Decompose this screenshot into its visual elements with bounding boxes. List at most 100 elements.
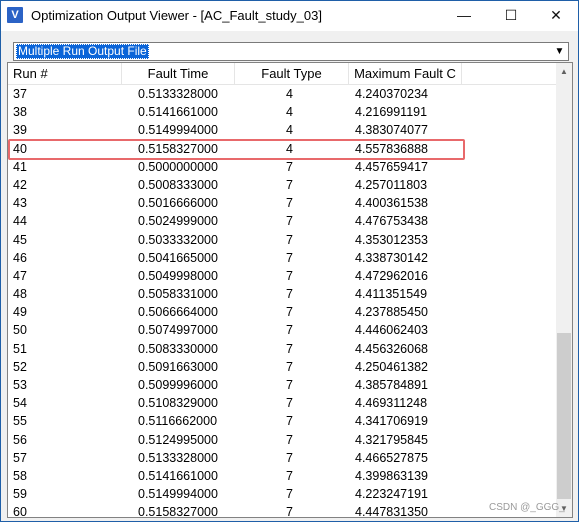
column-header-fault-type[interactable]: Fault Type	[235, 63, 349, 84]
maximize-button[interactable]: ☐	[488, 1, 534, 31]
close-button[interactable]: ✕	[533, 1, 579, 31]
cell-max-fault: 4.457659417	[355, 159, 428, 174]
output-file-selector[interactable]: Multiple Run Output File ▼	[13, 42, 569, 61]
table-row[interactable]: 59 0.5149994000 7 4.223247191	[8, 485, 556, 503]
table-row[interactable]: 47 0.5049998000 7 4.472962016	[8, 267, 556, 285]
cell-max-fault: 4.385784891	[355, 378, 428, 392]
cell-fault-type: 7	[286, 487, 293, 502]
cell-fault-time: 0.5091663000	[138, 359, 218, 374]
cell-max-fault: 4.472962016	[355, 268, 428, 283]
viewer-app-icon[interactable]: V	[7, 7, 23, 23]
cell-fault-time: 0.5099996000	[138, 378, 218, 392]
cell-fault-type: 7	[286, 305, 293, 320]
cell-run: 39	[13, 123, 27, 138]
cell-fault-time: 0.5116662000	[138, 414, 218, 429]
cell-fault-time: 0.5158327000	[138, 505, 218, 518]
table-row[interactable]: 56 0.5124995000 7 4.321795845	[8, 431, 556, 449]
cell-run: 54	[13, 396, 27, 411]
table-row[interactable]: 49 0.5066664000 7 4.237885450	[8, 303, 556, 321]
table-row[interactable]: 38 0.5141661000 4 4.216991191	[8, 103, 556, 121]
table-row[interactable]: 55 0.5116662000 7 4.341706919	[8, 412, 556, 430]
table-row[interactable]: 42 0.5008333000 7 4.257011803	[8, 176, 556, 194]
cell-max-fault: 4.250461382	[355, 359, 428, 374]
table-row[interactable]: 46 0.5041665000 7 4.338730142	[8, 249, 556, 267]
table-row[interactable]: 57 0.5133328000 7 4.466527875	[8, 449, 556, 467]
cell-run: 58	[13, 468, 27, 483]
cell-max-fault: 4.321795845	[355, 432, 428, 447]
table-row[interactable]: 45 0.5033332000 7 4.353012353	[8, 231, 556, 249]
cell-run: 42	[13, 177, 27, 192]
cell-run: 59	[13, 487, 27, 502]
scroll-thumb[interactable]	[557, 333, 571, 499]
cell-run: 38	[13, 105, 27, 120]
cell-run: 45	[13, 232, 27, 247]
cell-fault-type: 7	[286, 232, 293, 247]
cell-run: 44	[13, 214, 27, 229]
cell-run: 52	[13, 359, 27, 374]
cell-fault-time: 0.5033332000	[138, 232, 218, 247]
cell-run: 48	[13, 287, 27, 302]
cell-fault-time: 0.5141661000	[138, 105, 218, 120]
cell-max-fault: 4.237885450	[355, 305, 428, 320]
cell-fault-type: 7	[286, 287, 293, 302]
cell-fault-time: 0.5133328000	[138, 87, 218, 101]
table-row[interactable]: 52 0.5091663000 7 4.250461382	[8, 358, 556, 376]
cell-fault-type: 4	[286, 105, 293, 120]
cell-max-fault: 4.341706919	[355, 414, 428, 429]
cell-max-fault: 4.216991191	[355, 105, 428, 120]
table-row[interactable]: 40 0.5158327000 4 4.557836888	[8, 140, 556, 158]
table-row[interactable]: 44 0.5024999000 7 4.476753438	[8, 212, 556, 230]
cell-run: 53	[13, 378, 27, 392]
cell-run: 57	[13, 450, 27, 465]
table-row[interactable]: 60 0.5158327000 7 4.447831350	[8, 503, 556, 518]
cell-fault-time: 0.5016666000	[138, 196, 218, 211]
cell-run: 56	[13, 432, 27, 447]
cell-fault-type: 4	[286, 87, 293, 101]
cell-fault-type: 7	[286, 177, 293, 192]
column-header-max-fault[interactable]: Maximum Fault C	[349, 63, 462, 84]
scroll-up-arrow-icon[interactable]: ▲	[556, 63, 572, 80]
cell-fault-time: 0.5000000000	[138, 159, 218, 174]
table-row[interactable]: 48 0.5058331000 7 4.411351549	[8, 285, 556, 303]
app-window: V Optimization Output Viewer - [AC_Fault…	[0, 0, 579, 522]
cell-run: 47	[13, 268, 27, 283]
cell-run: 55	[13, 414, 27, 429]
cell-max-fault: 4.469311248	[355, 396, 428, 411]
vertical-scrollbar[interactable]: ▲ ▼	[556, 63, 572, 517]
table-row[interactable]: 51 0.5083330000 7 4.456326068	[8, 340, 556, 358]
cell-fault-time: 0.5083330000	[138, 341, 218, 356]
column-header-fault-time[interactable]: Fault Time	[122, 63, 235, 84]
table-row[interactable]: 37 0.5133328000 4 4.240370234	[8, 85, 556, 103]
table-row[interactable]: 58 0.5141661000 7 4.399863139	[8, 467, 556, 485]
cell-fault-type: 7	[286, 450, 293, 465]
cell-run: 40	[13, 141, 27, 156]
cell-run: 60	[13, 505, 27, 518]
table-row[interactable]: 54 0.5108329000 7 4.469311248	[8, 394, 556, 412]
cell-run: 51	[13, 341, 27, 356]
cell-fault-time: 0.5074997000	[138, 323, 218, 338]
output-file-selector-value[interactable]: Multiple Run Output File	[16, 44, 149, 59]
cell-run: 50	[13, 323, 27, 338]
table-body: 37 0.5133328000 4 4.240370234 38 0.5141661000…	[8, 85, 556, 518]
cell-fault-time: 0.5008333000	[138, 177, 218, 192]
window-title: Optimization Output Viewer - [AC_Fault_s…	[31, 8, 322, 23]
cell-max-fault: 4.400361538	[355, 196, 428, 211]
title-bar[interactable]: V Optimization Output Viewer - [AC_Fault…	[1, 1, 578, 31]
cell-fault-type: 7	[286, 159, 293, 174]
table-row[interactable]: 41 0.5000000000 7 4.457659417	[8, 158, 556, 176]
cell-fault-type: 7	[286, 468, 293, 483]
cell-fault-time: 0.5149994000	[138, 487, 218, 502]
cell-fault-time: 0.5141661000	[138, 468, 218, 483]
cell-fault-type: 7	[286, 214, 293, 229]
table-row[interactable]: 53 0.5099996000 7 4.385784891	[8, 376, 556, 394]
cell-fault-time: 0.5058331000	[138, 287, 218, 302]
chevron-down-icon[interactable]: ▼	[552, 44, 567, 59]
column-header-run[interactable]: Run #	[8, 63, 122, 84]
cell-fault-type: 7	[286, 396, 293, 411]
cell-fault-time: 0.5066664000	[138, 305, 218, 320]
table-row[interactable]: 50 0.5074997000 7 4.446062403	[8, 321, 556, 339]
minimize-button[interactable]: —	[441, 1, 487, 31]
cell-max-fault: 4.456326068	[355, 341, 428, 356]
table-row[interactable]: 39 0.5149994000 4 4.383074077	[8, 121, 556, 139]
table-row[interactable]: 43 0.5016666000 7 4.400361538	[8, 194, 556, 212]
